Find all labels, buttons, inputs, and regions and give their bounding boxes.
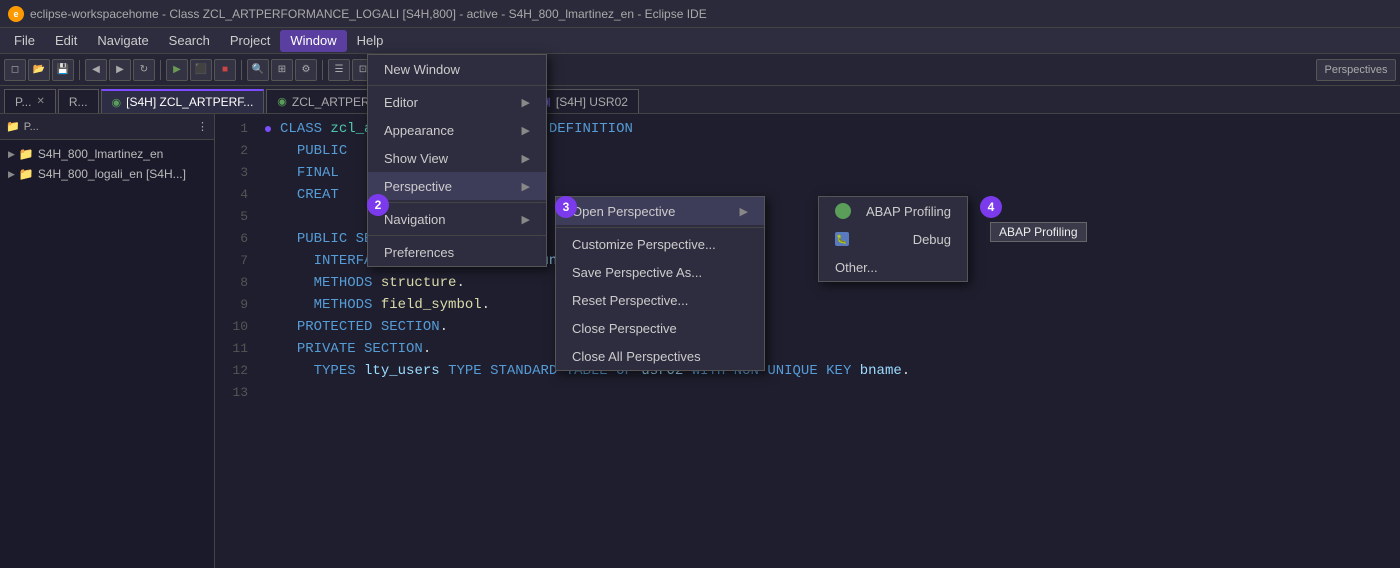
menu-perspective[interactable]: Perspective ▶	[368, 172, 546, 200]
tab-zcl-label: [S4H] ZCL_ARTPERF...	[126, 95, 253, 109]
submenu-close-all-perspectives[interactable]: Close All Perspectives	[556, 342, 764, 370]
perspective-submenu: Open Perspective ▶ Customize Perspective…	[555, 196, 765, 371]
toolbar: ◻ 📂 💾 ◀ ▶ ↻ ▶ ⬛ ■ 🔍 ⊞ ⚙ ☰ ⊡ ✦ Perspectiv…	[0, 54, 1400, 86]
tb-refresh[interactable]: ↻	[133, 59, 155, 81]
tb-open[interactable]: 📂	[28, 59, 50, 81]
tree-folder-icon-2: 📁	[19, 167, 34, 181]
tb-settings[interactable]: ⚙	[295, 59, 317, 81]
tab-explorer[interactable]: P... ✕	[4, 89, 56, 113]
menu-file[interactable]: File	[4, 30, 45, 52]
tree-item-s4h-800-lmartinez[interactable]: ▶ 📁 S4H_800_lmartinez_en	[0, 144, 214, 164]
tree-folder-icon-1: 📁	[19, 147, 34, 161]
code-line-13: 13	[215, 382, 1400, 404]
title-bar: e eclipse-workspacehome - Class ZCL_ARTP…	[0, 0, 1400, 28]
menu-navigate[interactable]: Navigate	[87, 30, 158, 52]
tb-sep-3	[241, 60, 242, 80]
submenu-open-perspective[interactable]: Open Perspective ▶	[556, 197, 764, 225]
abap-profiling-icon	[835, 203, 851, 219]
tb-sep-2	[160, 60, 161, 80]
tb-perspectives[interactable]: Perspectives	[1316, 59, 1396, 81]
perspective-arrow: ▶	[522, 180, 530, 193]
menu-show-view[interactable]: Show View ▶	[368, 144, 546, 172]
tb-sep-1	[79, 60, 80, 80]
tab-r[interactable]: R...	[58, 89, 99, 113]
tb-save[interactable]: 💾	[52, 59, 74, 81]
breakpoint-1[interactable]	[265, 126, 271, 132]
tb-back[interactable]: ◀	[85, 59, 107, 81]
eclipse-icon: e	[8, 6, 24, 22]
menu-search[interactable]: Search	[159, 30, 220, 52]
tb-search[interactable]: 🔍	[247, 59, 269, 81]
sidebar-tree: ▶ 📁 S4H_800_lmartinez_en ▶ 📁 S4H_800_log…	[0, 140, 214, 188]
tab-explorer-label: P...	[15, 95, 31, 109]
tab-r-label: R...	[69, 95, 88, 109]
sidebar-title: P...	[24, 121, 39, 133]
code-line-8: 8 METHODS structure.	[215, 272, 1400, 294]
tab-zcl-icon: ◉	[112, 96, 122, 109]
tree-item-label-1: S4H_800_lmartinez_en	[38, 147, 163, 161]
window-menu-sep-3	[368, 235, 546, 236]
tab-explorer-close[interactable]: ✕	[36, 96, 44, 107]
window-menu-sep-2	[368, 202, 546, 203]
code-line-11: 11 PRIVATE SECTION.	[215, 338, 1400, 360]
menu-appearance[interactable]: Appearance ▶	[368, 116, 546, 144]
code-line-12: 12 TYPES lty_users TYPE STANDARD TABLE O…	[215, 360, 1400, 382]
tree-item-s4h-800-logali[interactable]: ▶ 📁 S4H_800_logali_en [S4H...]	[0, 164, 214, 184]
tb-forward[interactable]: ▶	[109, 59, 131, 81]
sidebar-header: 📁 P... ⋮	[0, 114, 214, 140]
debug-icon: 🐛	[835, 232, 849, 246]
sidebar-icon: 📁	[6, 120, 20, 133]
tb-filter[interactable]: ⊞	[271, 59, 293, 81]
tb-new[interactable]: ◻	[4, 59, 26, 81]
tb-run[interactable]: ▶	[166, 59, 188, 81]
submenu2-debug[interactable]: 🐛 Debug	[819, 225, 967, 253]
editor-arrow: ▶	[522, 96, 530, 109]
tab-zcl2-icon: ◉	[277, 95, 287, 108]
tree-item-label-2: S4H_800_logali_en [S4H...]	[38, 167, 186, 181]
sidebar-menu-icon[interactable]: ⋮	[197, 120, 208, 133]
submenu2-other[interactable]: Other...	[819, 253, 967, 281]
navigation-arrow: ▶	[522, 213, 530, 226]
submenu-reset-perspective[interactable]: Reset Perspective...	[556, 286, 764, 314]
sidebar: 📁 P... ⋮ ▶ 📁 S4H_800_lmartinez_en ▶ 📁 S4…	[0, 114, 215, 568]
submenu-customize-perspective[interactable]: Customize Perspective...	[556, 230, 764, 258]
tabs-row: P... ✕ R... ◉ [S4H] ZCL_ARTPERF... ◉ ZCL…	[0, 86, 1400, 114]
code-line-10: 10 PROTECTED SECTION.	[215, 316, 1400, 338]
window-menu-sep-1	[368, 85, 546, 86]
menu-preferences[interactable]: Preferences	[368, 238, 546, 266]
submenu-close-perspective[interactable]: Close Perspective	[556, 314, 764, 342]
tb-sep-4	[322, 60, 323, 80]
tab-zcl-artperf[interactable]: ◉ [S4H] ZCL_ARTPERF...	[101, 89, 265, 113]
tb-stop[interactable]: ■	[214, 59, 236, 81]
submenu-save-perspective[interactable]: Save Perspective As...	[556, 258, 764, 286]
menu-new-window[interactable]: New Window	[368, 55, 546, 83]
show-view-arrow: ▶	[522, 152, 530, 165]
appearance-arrow: ▶	[522, 124, 530, 137]
open-perspective-submenu: ABAP Profiling 🐛 Debug Other...	[818, 196, 968, 282]
menu-bar: File Edit Navigate Search Project Window…	[0, 28, 1400, 54]
menu-edit[interactable]: Edit	[45, 30, 87, 52]
tb-extra1[interactable]: ☰	[328, 59, 350, 81]
menu-help[interactable]: Help	[347, 30, 394, 52]
menu-editor[interactable]: Editor ▶	[368, 88, 546, 116]
window-title: eclipse-workspacehome - Class ZCL_ARTPER…	[30, 7, 707, 21]
open-perspective-arrow: ▶	[740, 205, 748, 218]
window-menu: New Window Editor ▶ Appearance ▶ Show Vi…	[367, 54, 547, 267]
menu-window[interactable]: Window	[280, 30, 346, 52]
tb-debug[interactable]: ⬛	[190, 59, 212, 81]
tab-usr02-2-label: [S4H] USR02	[556, 95, 628, 109]
submenu2-abap-profiling[interactable]: ABAP Profiling	[819, 197, 967, 225]
menu-navigation[interactable]: Navigation ▶	[368, 205, 546, 233]
tree-arrow-1: ▶	[8, 149, 15, 160]
menu-project[interactable]: Project	[220, 30, 280, 52]
perspective-sep-1	[556, 227, 764, 228]
tree-arrow-2: ▶	[8, 169, 15, 180]
code-line-9: 9 METHODS field_symbol.	[215, 294, 1400, 316]
